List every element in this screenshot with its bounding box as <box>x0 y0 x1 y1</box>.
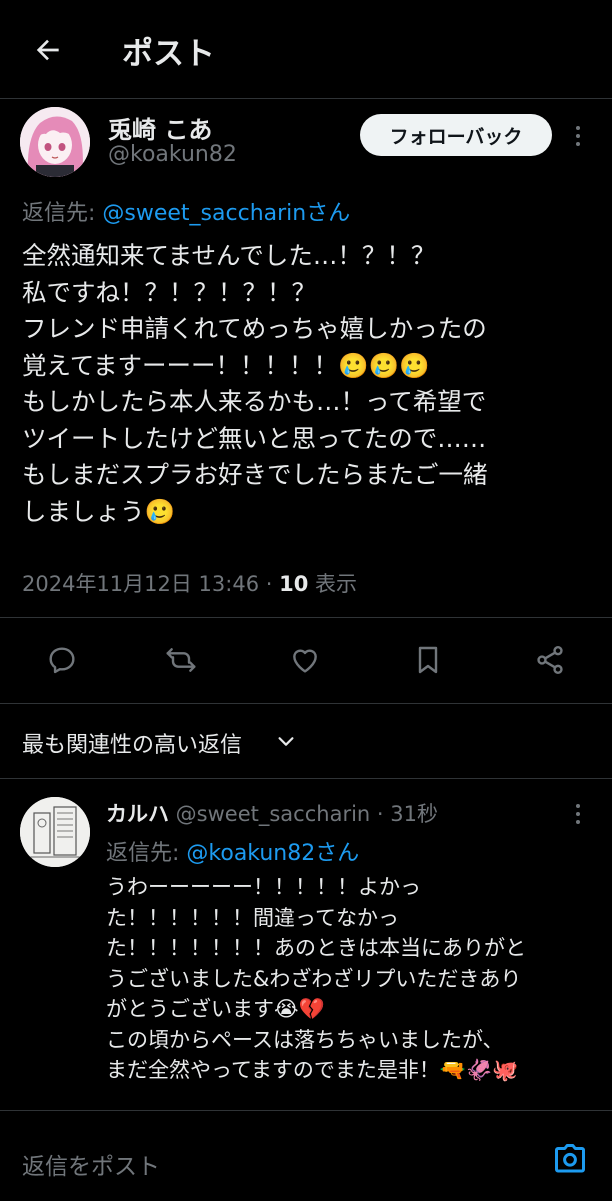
reply-to-mention[interactable]: @koakun82さん <box>186 841 359 866</box>
reply-to-mention[interactable]: @sweet_saccharinさん <box>102 201 350 226</box>
top-bar: ポスト <box>0 0 612 99</box>
page-title: ポスト <box>122 36 215 72</box>
reply-line: うわーーーーー！！！！！よかっ <box>106 875 421 899</box>
reply-to-prefix: 返信先: <box>106 841 187 866</box>
post-line: 全然通知来てませんでした…！？！？ <box>22 241 436 270</box>
post-meta: 2024年11月12日 13:46 · 10 表示 <box>22 568 357 598</box>
like-icon[interactable] <box>285 640 325 680</box>
author-avatar[interactable] <box>20 107 90 177</box>
author-name[interactable]: 兎崎 こあ <box>108 110 212 145</box>
post-timestamp[interactable]: 2024年11月12日 13:46 <box>22 572 259 596</box>
reply-line: た！！！！！！間違ってなかっ <box>106 905 399 930</box>
more-options-icon[interactable] <box>566 800 590 828</box>
share-icon[interactable] <box>530 640 570 680</box>
reply-line: た！！！！！！！あのときは本当にありがと <box>106 936 526 960</box>
more-options-icon[interactable] <box>566 120 590 152</box>
divider <box>0 778 612 779</box>
reply-icon[interactable] <box>42 640 82 680</box>
reply-header: カルハ @sweet_saccharin · 31秒 <box>106 798 438 828</box>
camera-icon[interactable] <box>552 1141 588 1181</box>
chevron-down-icon[interactable] <box>273 728 299 754</box>
post-line: 私ですね！？！？！？！？ <box>22 277 316 307</box>
post-line: フレンド申請くれてめっちゃ嬉しかったの <box>22 314 487 343</box>
divider <box>0 703 612 704</box>
author-handle[interactable]: @koakun82 <box>108 142 237 167</box>
reply-to-prefix: 返信先: <box>22 201 103 226</box>
bookmark-icon[interactable] <box>408 640 448 680</box>
reply-time[interactable]: · 31秒 <box>370 802 438 826</box>
reply-text: うわーーーーー！！！！！よかっ た！！！！！！間違ってなかっ た！！！！！！！あ… <box>106 872 601 1086</box>
reply-author-name[interactable]: カルハ <box>106 802 169 826</box>
reply-line: うございました&わざわざリプいただきあり <box>106 966 522 991</box>
post-line: 覚えてますーーー！！！！！🥲🥲🥲 <box>22 350 430 380</box>
views-count[interactable]: 10 <box>279 572 308 596</box>
post-line: ツイートしたけど無いと思ってたので…… <box>22 423 487 453</box>
back-arrow-icon[interactable] <box>28 30 68 70</box>
reply-line: この頃からペースは落ちちゃいましたが、 <box>106 1027 504 1052</box>
reply-to-line: 返信先: @sweet_saccharinさん <box>22 195 350 227</box>
post-text: 全然通知来てませんでした…！？！？ 私ですね！？！？！？！？ フレンド申請くれて… <box>22 238 597 530</box>
post-line: もしまだスプラお好きでしたらまたご一緒 <box>22 460 488 489</box>
reply-line: まだ全然やってますのでまた是非！🔫🦑🐙 <box>106 1058 519 1082</box>
reply-author-avatar[interactable] <box>20 797 90 867</box>
post-line: もしかしたら本人来るかも…！って希望で <box>22 387 487 416</box>
reply-input[interactable]: 返信をポスト <box>22 1147 160 1181</box>
reply-to-line: 返信先: @koakun82さん <box>106 835 359 867</box>
meta-separator: · <box>259 572 280 596</box>
post-line: しましょう🥲 <box>22 496 176 526</box>
reply-sort-label[interactable]: 最も関連性の高い返信 <box>22 727 242 759</box>
divider <box>0 617 612 618</box>
reply-composer[interactable]: 返信をポスト <box>0 1110 612 1201</box>
reply-author-handle[interactable]: @sweet_saccharin <box>169 802 371 826</box>
follow-back-button[interactable]: フォローバック <box>360 114 552 156</box>
reply-line: がとうございます😭💔 <box>106 997 325 1021</box>
repost-icon[interactable] <box>161 640 201 680</box>
views-label: 表示 <box>308 572 358 596</box>
